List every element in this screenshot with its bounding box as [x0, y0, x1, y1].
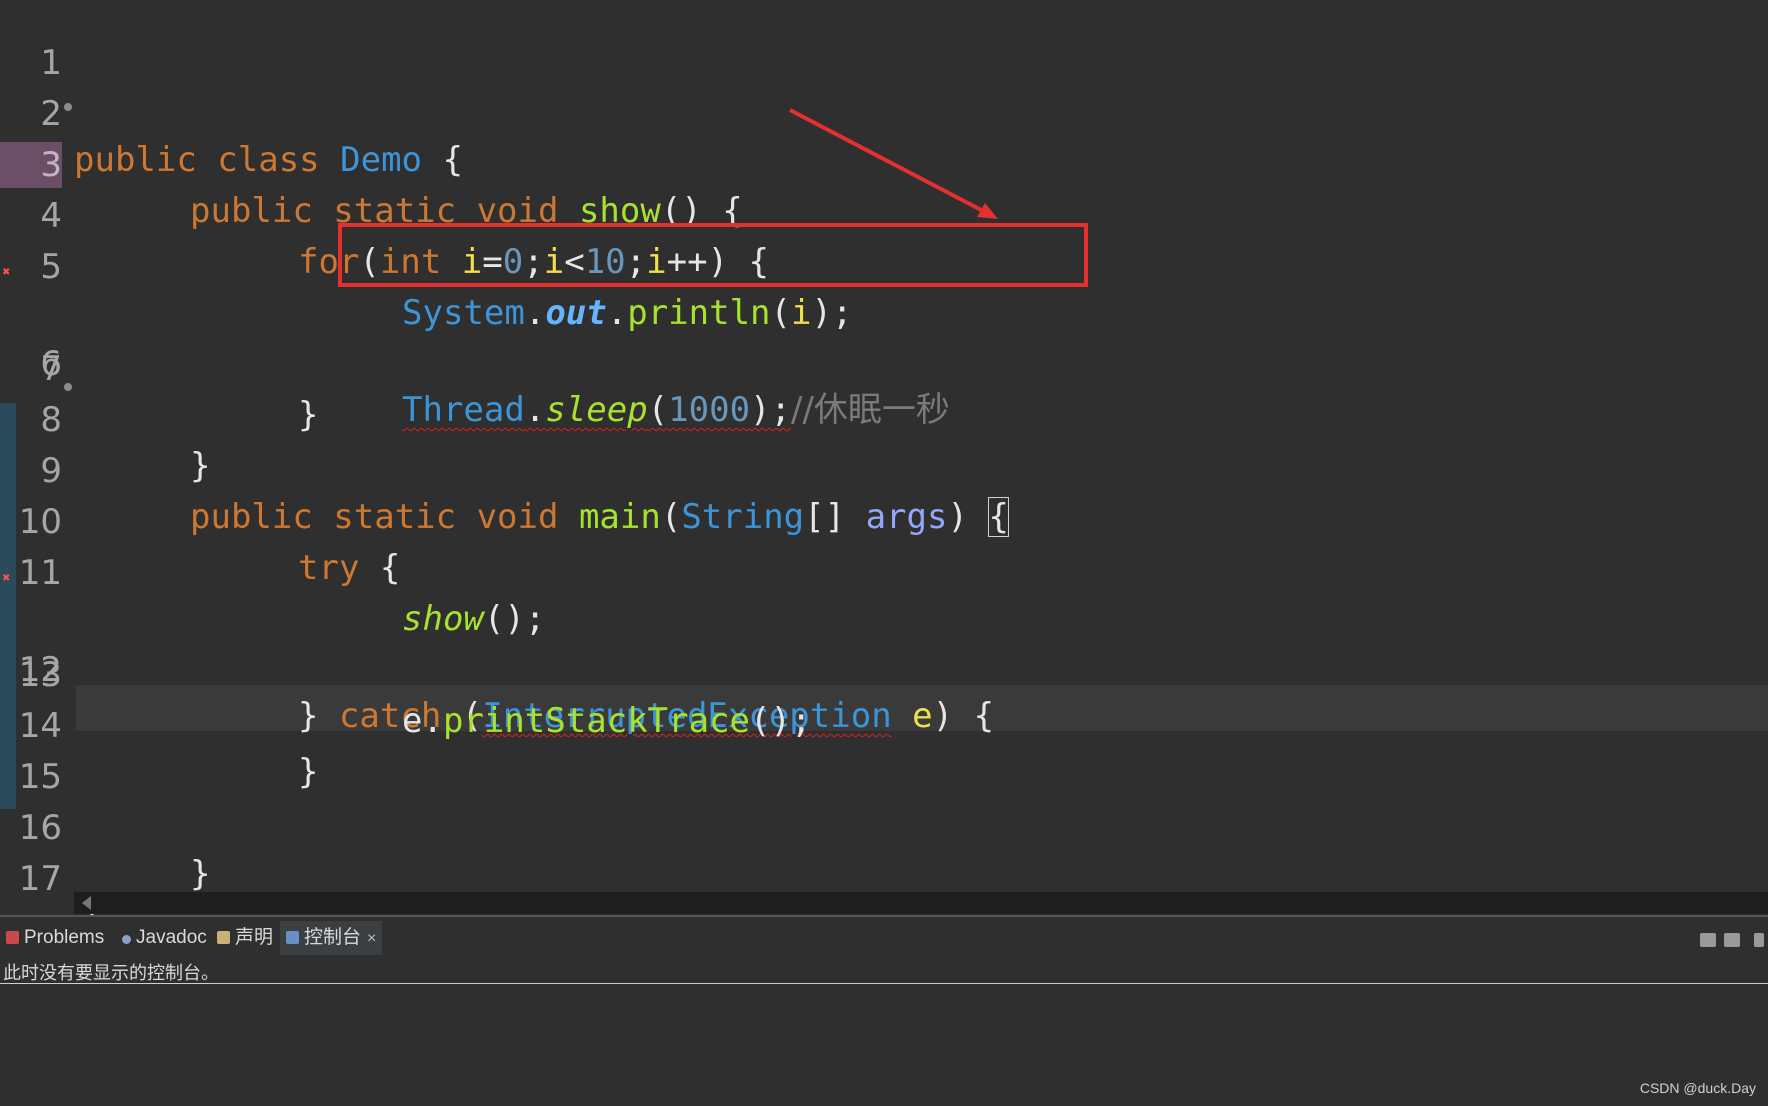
close-icon[interactable]: × — [367, 930, 376, 947]
tab-problems[interactable]: Problems — [6, 921, 104, 955]
code-line-3[interactable]: 3 public static void show() { — [0, 96, 1768, 231]
tab-javadoc[interactable]: Javadoc — [122, 921, 207, 955]
divider — [0, 983, 1768, 984]
fold-toggle-icon[interactable] — [64, 383, 72, 391]
console-message: 此时没有要显示的控制台。 — [3, 963, 219, 983]
code-line-12[interactable]: ✖ 12 } catch (InterruptedException e) { — [0, 555, 1768, 736]
line-number: 18 — [0, 907, 62, 915]
tab-label: Problems — [24, 927, 105, 948]
pin-console-icon[interactable] — [1700, 933, 1716, 947]
code-line-13[interactable]: 13 e.printStackTrace(); — [0, 606, 1768, 741]
tab-declaration[interactable]: 声明 — [217, 921, 273, 955]
code-line-4[interactable]: 4 for(int i=0;i<10;i++) { — [0, 147, 1768, 282]
code-line-8[interactable]: 8 } — [0, 351, 1768, 486]
code-editor[interactable]: 1 2 public class Demo { 3 public static … — [0, 0, 1768, 915]
code-line-11[interactable]: 11 show(); — [0, 504, 1768, 639]
tab-label: Javadoc — [136, 927, 207, 948]
error-marker-icon[interactable]: ✖ — [2, 267, 14, 279]
code-line-17[interactable]: 17 } — [0, 810, 1768, 915]
horizontal-scrollbar[interactable] — [74, 892, 1768, 914]
problems-icon — [6, 931, 19, 944]
console-tab-bar: Problems Javadoc 声明 控制台 × — [0, 921, 1768, 955]
javadoc-icon — [122, 935, 131, 944]
code-line-2[interactable]: 2 public class Demo { — [0, 45, 1768, 180]
console-panel: Problems Javadoc 声明 控制台 × 此时没有要显示的控制台。 CS… — [0, 915, 1768, 1106]
code-line-1: 1 — [0, 0, 1768, 83]
code-line-15[interactable]: 15 — [0, 708, 1768, 797]
display-console-icon[interactable] — [1724, 933, 1740, 947]
watermark: CSDN @duck.Day — [1639, 1080, 1756, 1096]
fold-toggle-icon[interactable] — [64, 103, 72, 111]
console-icon — [286, 931, 299, 944]
tab-label: 控制台 — [304, 927, 362, 948]
code-line-16[interactable]: 16 } — [0, 759, 1768, 894]
tab-label: 声明 — [235, 927, 274, 948]
code-line-9[interactable]: 9 public static void main(String[] args)… — [0, 402, 1768, 537]
code-line-7[interactable]: 7 } — [0, 300, 1768, 435]
tab-console[interactable]: 控制台 × — [280, 921, 383, 955]
minimize-icon[interactable] — [1754, 933, 1764, 947]
annotation-highlight-box — [338, 223, 1088, 287]
error-marker-icon[interactable]: ✖ — [2, 573, 14, 585]
code-line-10[interactable]: 10 try { — [0, 453, 1768, 588]
declaration-icon — [217, 931, 230, 944]
code-line-14[interactable]: 14 } — [0, 657, 1768, 792]
scroll-left-icon[interactable] — [82, 896, 91, 910]
